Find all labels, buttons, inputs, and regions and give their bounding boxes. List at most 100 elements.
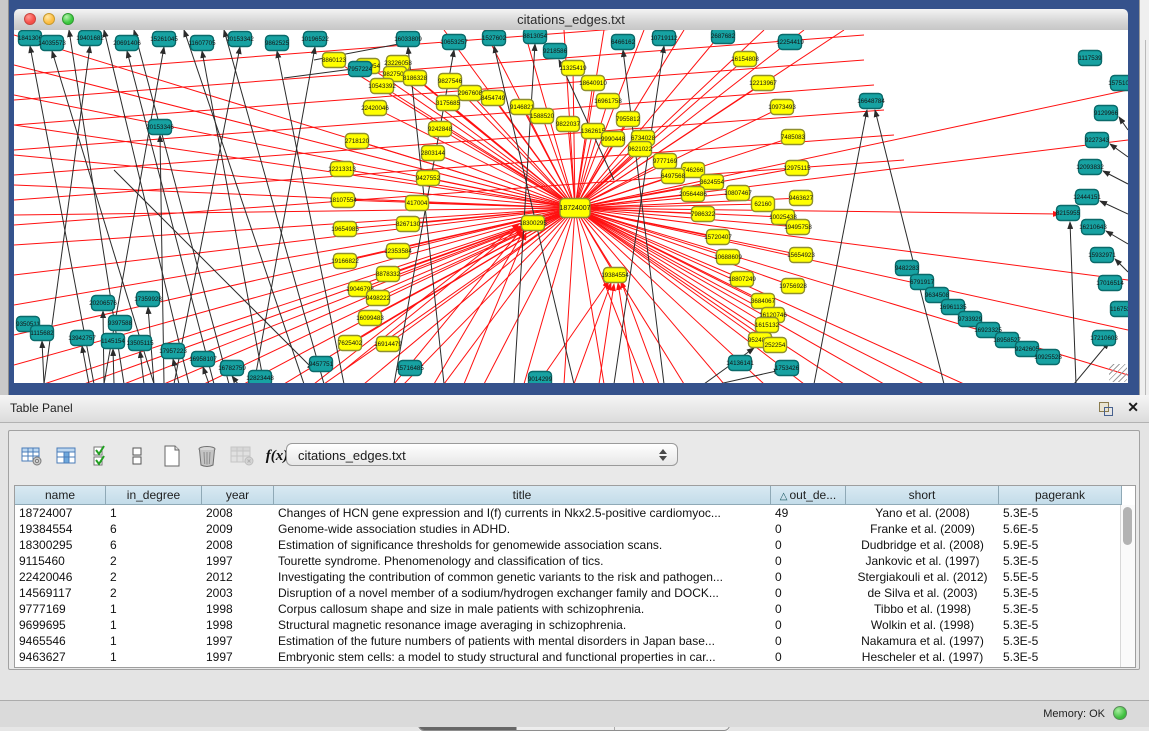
table-selector-dropdown[interactable]: citations_edges.txt xyxy=(286,443,678,466)
graph-node[interactable]: 9498222 xyxy=(366,291,391,306)
graph-node[interactable]: 16154808 xyxy=(731,52,759,67)
graph-node[interactable]: 19384554 xyxy=(601,268,629,283)
graph-node[interactable]: 9482283 xyxy=(895,261,920,276)
graph-node[interactable]: 3175685 xyxy=(436,96,461,111)
graph-node[interactable]: 3684067 xyxy=(751,294,776,309)
graph-node[interactable]: 20206576 xyxy=(89,296,117,311)
table-settings-icon[interactable] xyxy=(19,443,45,469)
graph-node[interactable]: 1167531 xyxy=(1110,302,1128,317)
graph-node[interactable]: 15716485 xyxy=(396,361,424,376)
graph-node[interactable]: 11325419 xyxy=(559,61,587,76)
graph-node[interactable]: 19495758 xyxy=(784,220,812,235)
graph-node[interactable]: 22420046 xyxy=(361,101,389,116)
graph-node[interactable]: 16210643 xyxy=(1079,220,1107,235)
column-header-out-de-[interactable]: △out_de... xyxy=(771,486,846,505)
graph-node[interactable]: 6466162 xyxy=(611,35,636,50)
graph-node[interactable]: 10196522 xyxy=(301,32,329,47)
graph-node[interactable]: 16961758 xyxy=(594,94,622,109)
table-row[interactable]: 969969511998Structural magnetic resonanc… xyxy=(15,617,1135,633)
column-header-year[interactable]: year xyxy=(202,486,274,505)
graph-node[interactable]: 15720407 xyxy=(704,230,732,245)
graph-node[interactable]: 19401682 xyxy=(76,31,104,46)
graph-node[interactable]: 2803144 xyxy=(421,146,446,161)
column-header-in-degree[interactable]: in_degree xyxy=(106,486,202,505)
graph-node[interactable]: 12213967 xyxy=(749,76,777,91)
graph-node[interactable]: 17210603 xyxy=(1090,331,1118,346)
graph-node[interactable]: 17359928 xyxy=(134,292,162,307)
column-header-short[interactable]: short xyxy=(846,486,999,505)
graph-node[interactable]: 12975115 xyxy=(783,161,811,176)
graph-node[interactable]: 62160 xyxy=(752,197,775,212)
graph-node[interactable]: 10973493 xyxy=(768,100,796,115)
graph-node[interactable]: 9397588 xyxy=(108,316,133,331)
graph-node[interactable]: 10688609 xyxy=(714,250,742,265)
graph-node[interactable]: 9862525 xyxy=(265,36,290,51)
graph-node[interactable]: 9457751 xyxy=(309,357,334,372)
graph-node[interactable]: 10719112 xyxy=(650,31,678,46)
graph-node[interactable]: 9990448 xyxy=(601,132,626,147)
graph-node[interactable]: 9227343 xyxy=(1085,133,1110,148)
close-panel-icon[interactable]: ✕ xyxy=(1127,399,1139,416)
graph-node[interactable]: 18640910 xyxy=(579,76,607,91)
table-row[interactable]: 977716911998Corpus callosum shape and si… xyxy=(15,601,1135,617)
select-all-icon[interactable] xyxy=(89,443,115,469)
clear-selection-icon[interactable] xyxy=(124,443,150,469)
graph-node[interactable]: 7485083 xyxy=(781,130,806,145)
column-header-pagerank[interactable]: pagerank xyxy=(999,486,1122,505)
graph-node[interactable]: 12823448 xyxy=(246,371,274,384)
graph-node[interactable]: 2718120 xyxy=(345,134,370,149)
graph-node[interactable]: 9621022 xyxy=(628,142,653,157)
graph-node[interactable]: 2687682 xyxy=(711,30,736,44)
graph-node[interactable]: 8454749 xyxy=(481,91,506,106)
graph-node[interactable]: 7986322 xyxy=(691,207,716,222)
graph-node[interactable]: 16099483 xyxy=(356,311,384,326)
graph-node[interactable]: 12444151 xyxy=(1073,190,1101,205)
graph-node[interactable]: 252254 xyxy=(764,338,787,353)
graph-node[interactable]: 12353584 xyxy=(384,244,412,259)
graph-node[interactable]: 10925528 xyxy=(1034,350,1062,365)
table-scrollbar[interactable] xyxy=(1120,505,1135,667)
graph-node[interactable]: 15751074 xyxy=(1108,76,1128,91)
graph-node[interactable]: 1753426 xyxy=(775,361,800,376)
graph-node[interactable]: 2967608 xyxy=(458,86,483,101)
graph-node[interactable]: 19756928 xyxy=(779,279,807,294)
graph-node[interactable]: 1117539 xyxy=(1078,51,1102,66)
table-row[interactable]: 1456911722003Disruption of a novel membe… xyxy=(15,585,1135,601)
graph-node[interactable]: 16958107 xyxy=(189,352,217,367)
graph-node[interactable]: 8267130 xyxy=(396,217,421,232)
graph-node[interactable]: 20691406 xyxy=(113,36,141,51)
graph-node[interactable]: 8860123 xyxy=(322,53,347,68)
delete-table-icon[interactable] xyxy=(194,443,220,469)
table-row[interactable]: 2242004622012Investigating the contribut… xyxy=(15,569,1135,585)
graph-node[interactable]: 17016514 xyxy=(1096,276,1124,291)
table-row[interactable]: 946362711997Embryonic stem cells: a mode… xyxy=(15,649,1135,665)
table-row[interactable]: 946554611997Estimation of the future num… xyxy=(15,633,1135,649)
graph-node[interactable]: 12093832 xyxy=(1076,160,1104,175)
graph-node[interactable]: 10653257 xyxy=(440,35,468,50)
graph-node[interactable]: 417004 xyxy=(406,196,429,211)
graph-node[interactable]: 16914479 xyxy=(374,337,402,352)
new-table-icon[interactable] xyxy=(159,443,185,469)
graph-node[interactable]: 19654985 xyxy=(331,222,359,237)
graph-node[interactable]: 10807467 xyxy=(724,186,752,201)
graph-node[interactable]: 7957224 xyxy=(348,62,373,77)
graph-node[interactable]: 20564486 xyxy=(679,187,707,202)
graph-node[interactable]: 17957223 xyxy=(159,344,187,359)
graph-node[interactable]: 20153346 xyxy=(146,120,174,135)
graph-node[interactable]: 12213313 xyxy=(328,162,356,177)
window-resize-grip[interactable] xyxy=(1109,364,1127,382)
graph-node[interactable]: 13942757 xyxy=(68,331,96,346)
memory-status-icon[interactable] xyxy=(1113,706,1127,720)
graph-node[interactable]: 10543392 xyxy=(368,79,396,94)
graph-node[interactable]: 8186328 xyxy=(403,71,428,86)
graph-hub-node[interactable]: 18724007 xyxy=(559,199,590,218)
graph-node[interactable]: 1527602 xyxy=(482,31,507,46)
graph-node[interactable]: 8215955 xyxy=(1056,206,1081,221)
graph-node[interactable]: 18107554 xyxy=(329,193,357,208)
graph-node[interactable]: 19166822 xyxy=(331,254,359,269)
graph-node[interactable]: 14136141 xyxy=(726,356,754,371)
graph-node[interactable]: 16033809 xyxy=(394,32,422,47)
graph-node[interactable]: 18807249 xyxy=(728,272,756,287)
graph-node[interactable]: 15261045 xyxy=(150,32,178,47)
scrollbar-thumb[interactable] xyxy=(1123,507,1132,545)
